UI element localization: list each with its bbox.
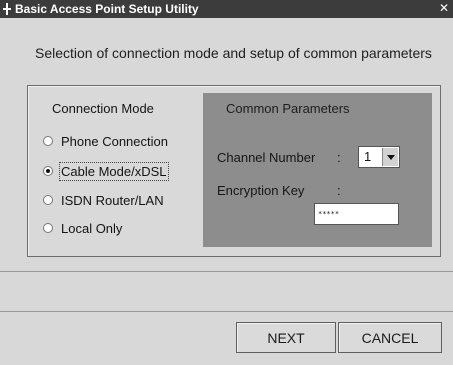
- setup-window: Basic Access Point Setup Utility ✕ Selec…: [0, 0, 453, 365]
- radio-isdn-router[interactable]: ISDN Router/LAN: [43, 191, 164, 209]
- radio-label[interactable]: Phone Connection: [61, 134, 168, 149]
- radio-label[interactable]: ISDN Router/LAN: [61, 193, 164, 208]
- radio-label[interactable]: Cable Mode/xDSL: [59, 161, 169, 181]
- radio-phone-connection[interactable]: Phone Connection: [43, 132, 168, 150]
- cancel-button[interactable]: CANCEL: [338, 322, 442, 353]
- app-icon: [3, 3, 11, 15]
- divider: [0, 311, 453, 312]
- title-bar[interactable]: Basic Access Point Setup Utility ✕: [0, 0, 453, 18]
- encryption-key-label: Encryption Key: [217, 183, 305, 198]
- encryption-key-colon: :: [337, 183, 341, 198]
- window-title: Basic Access Point Setup Utility: [15, 2, 199, 16]
- common-parameters-title: Common Parameters: [226, 101, 350, 116]
- close-button[interactable]: ✕: [437, 1, 451, 16]
- radio-button[interactable]: [43, 166, 53, 176]
- page-subtitle: Selection of connection mode and setup o…: [35, 45, 432, 61]
- radio-button[interactable]: [43, 136, 53, 146]
- radio-button[interactable]: [43, 223, 53, 233]
- radio-label[interactable]: Local Only: [61, 221, 122, 236]
- channel-number-label: Channel Number: [217, 150, 316, 165]
- connection-mode-title: Connection Mode: [52, 101, 154, 116]
- divider: [0, 271, 453, 272]
- next-button[interactable]: NEXT: [236, 322, 336, 353]
- channel-number-colon: :: [337, 150, 341, 165]
- channel-number-value: 1: [364, 149, 372, 164]
- encryption-key-input[interactable]: *****: [314, 203, 399, 225]
- chevron-down-icon[interactable]: [382, 148, 398, 166]
- radio-local-only[interactable]: Local Only: [43, 219, 122, 237]
- channel-number-select[interactable]: 1: [358, 146, 400, 168]
- radio-cable-mode[interactable]: Cable Mode/xDSL: [43, 161, 169, 181]
- radio-button[interactable]: [43, 195, 53, 205]
